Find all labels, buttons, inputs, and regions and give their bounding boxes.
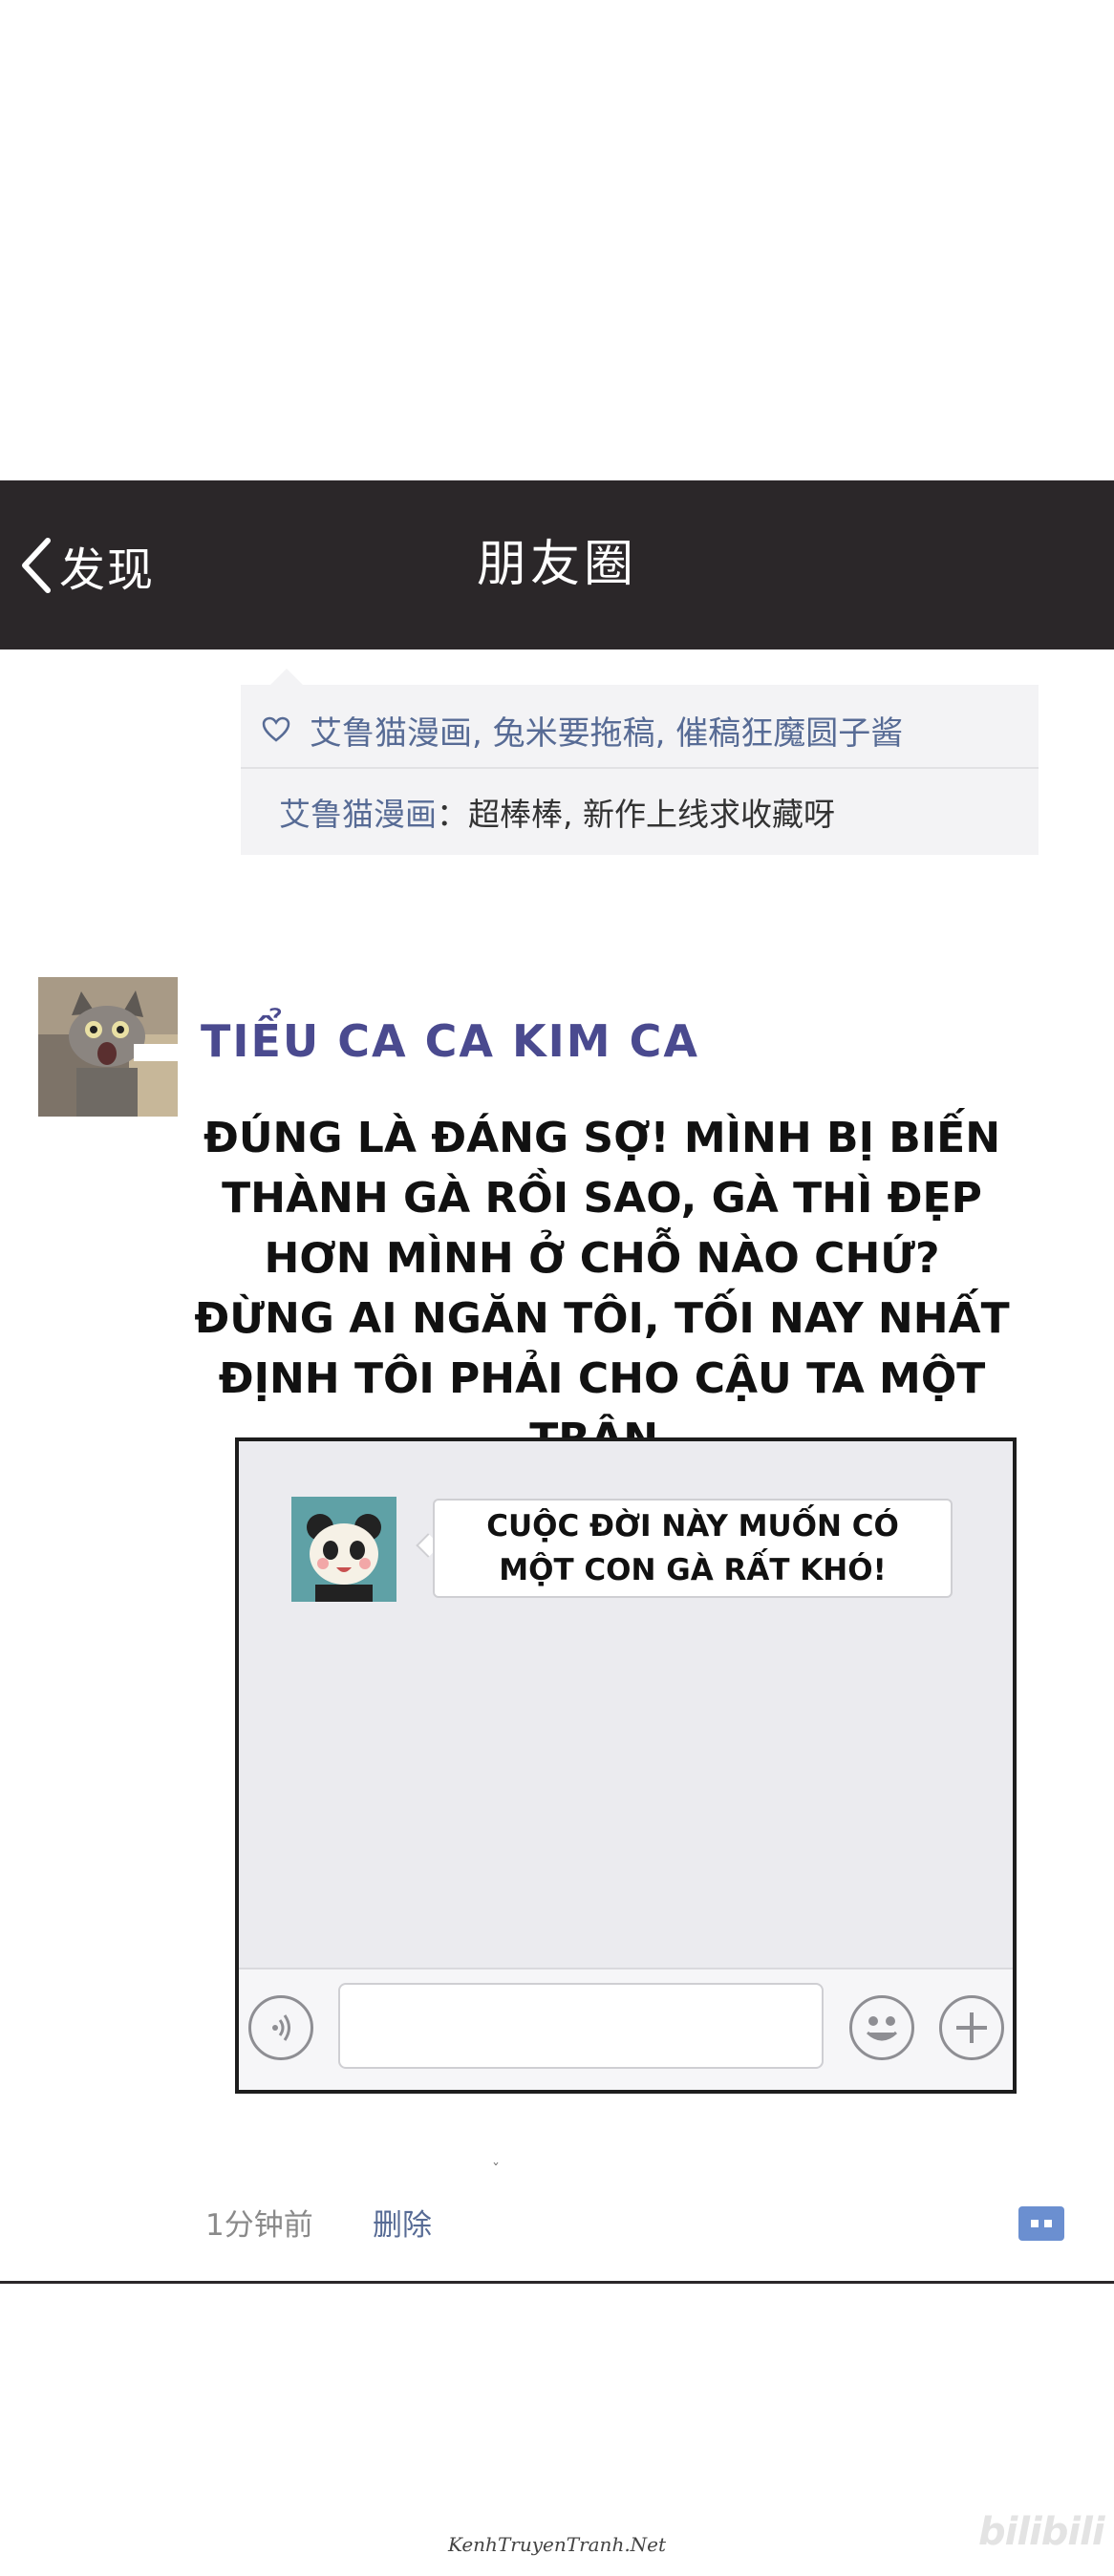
chat-input-bar <box>239 1968 1013 2090</box>
dot-icon <box>1044 2220 1052 2227</box>
divider <box>0 2281 1114 2284</box>
avatar[interactable] <box>38 977 178 1117</box>
emoji-icon <box>866 2016 898 2041</box>
comment-more-button[interactable] <box>1018 2206 1064 2241</box>
dot-icon <box>1031 2220 1039 2227</box>
voice-button[interactable] <box>248 1995 313 2060</box>
chat-screenshot: CUỘC ĐỜI NÀY MUỐN CÓ MỘT CON GÀ RẤT KHÓ! <box>235 1437 1017 2094</box>
voice-icon <box>272 2014 290 2041</box>
likes-comments-box: 艾鲁猫漫画, 兔米要拖稿, 催稿狂魔圆子酱 艾鲁猫漫画：超棒棒, 新作上线求收藏… <box>241 685 1039 855</box>
likes-row: 艾鲁猫漫画, 兔米要拖稿, 催稿狂魔圆子酱 <box>262 706 903 754</box>
post-time: 1分钟前 <box>205 2208 313 2243</box>
plus-icon <box>956 2012 987 2043</box>
plus-button[interactable] <box>939 1995 1004 2060</box>
credit-text: KenhTruyenTranh.Net <box>447 2533 667 2556</box>
post-text: ĐÚNG LÀ ĐÁNG SỢ! MÌNH BỊ BIẾN THÀNH GÀ R… <box>194 1114 1010 1463</box>
divider <box>241 767 1039 769</box>
comment-colon: ： <box>437 796 468 833</box>
comment-author[interactable]: 艾鲁猫漫画 <box>279 789 437 835</box>
delete-link[interactable]: 删除 <box>373 2201 432 2244</box>
cat-avatar-image <box>38 977 178 1117</box>
emoji-button[interactable] <box>849 1995 914 2060</box>
chat-message-bubble: CUỘC ĐỜI NÀY MUỐN CÓ MỘT CON GÀ RẤT KHÓ! <box>433 1499 953 1598</box>
navbar: 发现 朋友圈 <box>0 480 1114 649</box>
likes-names[interactable]: 艾鲁猫漫画, 兔米要拖稿, 催稿狂魔圆子酱 <box>310 707 903 754</box>
likes-box-pointer <box>270 669 303 685</box>
post-author-name[interactable]: TIỂU CA CA KIM CA <box>201 1015 699 1067</box>
watermark: bilibili <box>978 2510 1105 2554</box>
page-title: 朋友圈 <box>476 536 637 593</box>
comment[interactable]: 艾鲁猫漫画：超棒棒, 新作上线求收藏呀 <box>279 785 835 839</box>
panda-avatar <box>291 1497 396 1602</box>
comment-text: 超棒棒, 新作上线求收藏呀 <box>468 796 835 833</box>
panda-icon <box>291 1497 396 1602</box>
stray-mark: ˇ <box>492 2161 500 2179</box>
chat-text-input[interactable] <box>338 1983 824 2069</box>
heart-icon <box>262 716 290 742</box>
